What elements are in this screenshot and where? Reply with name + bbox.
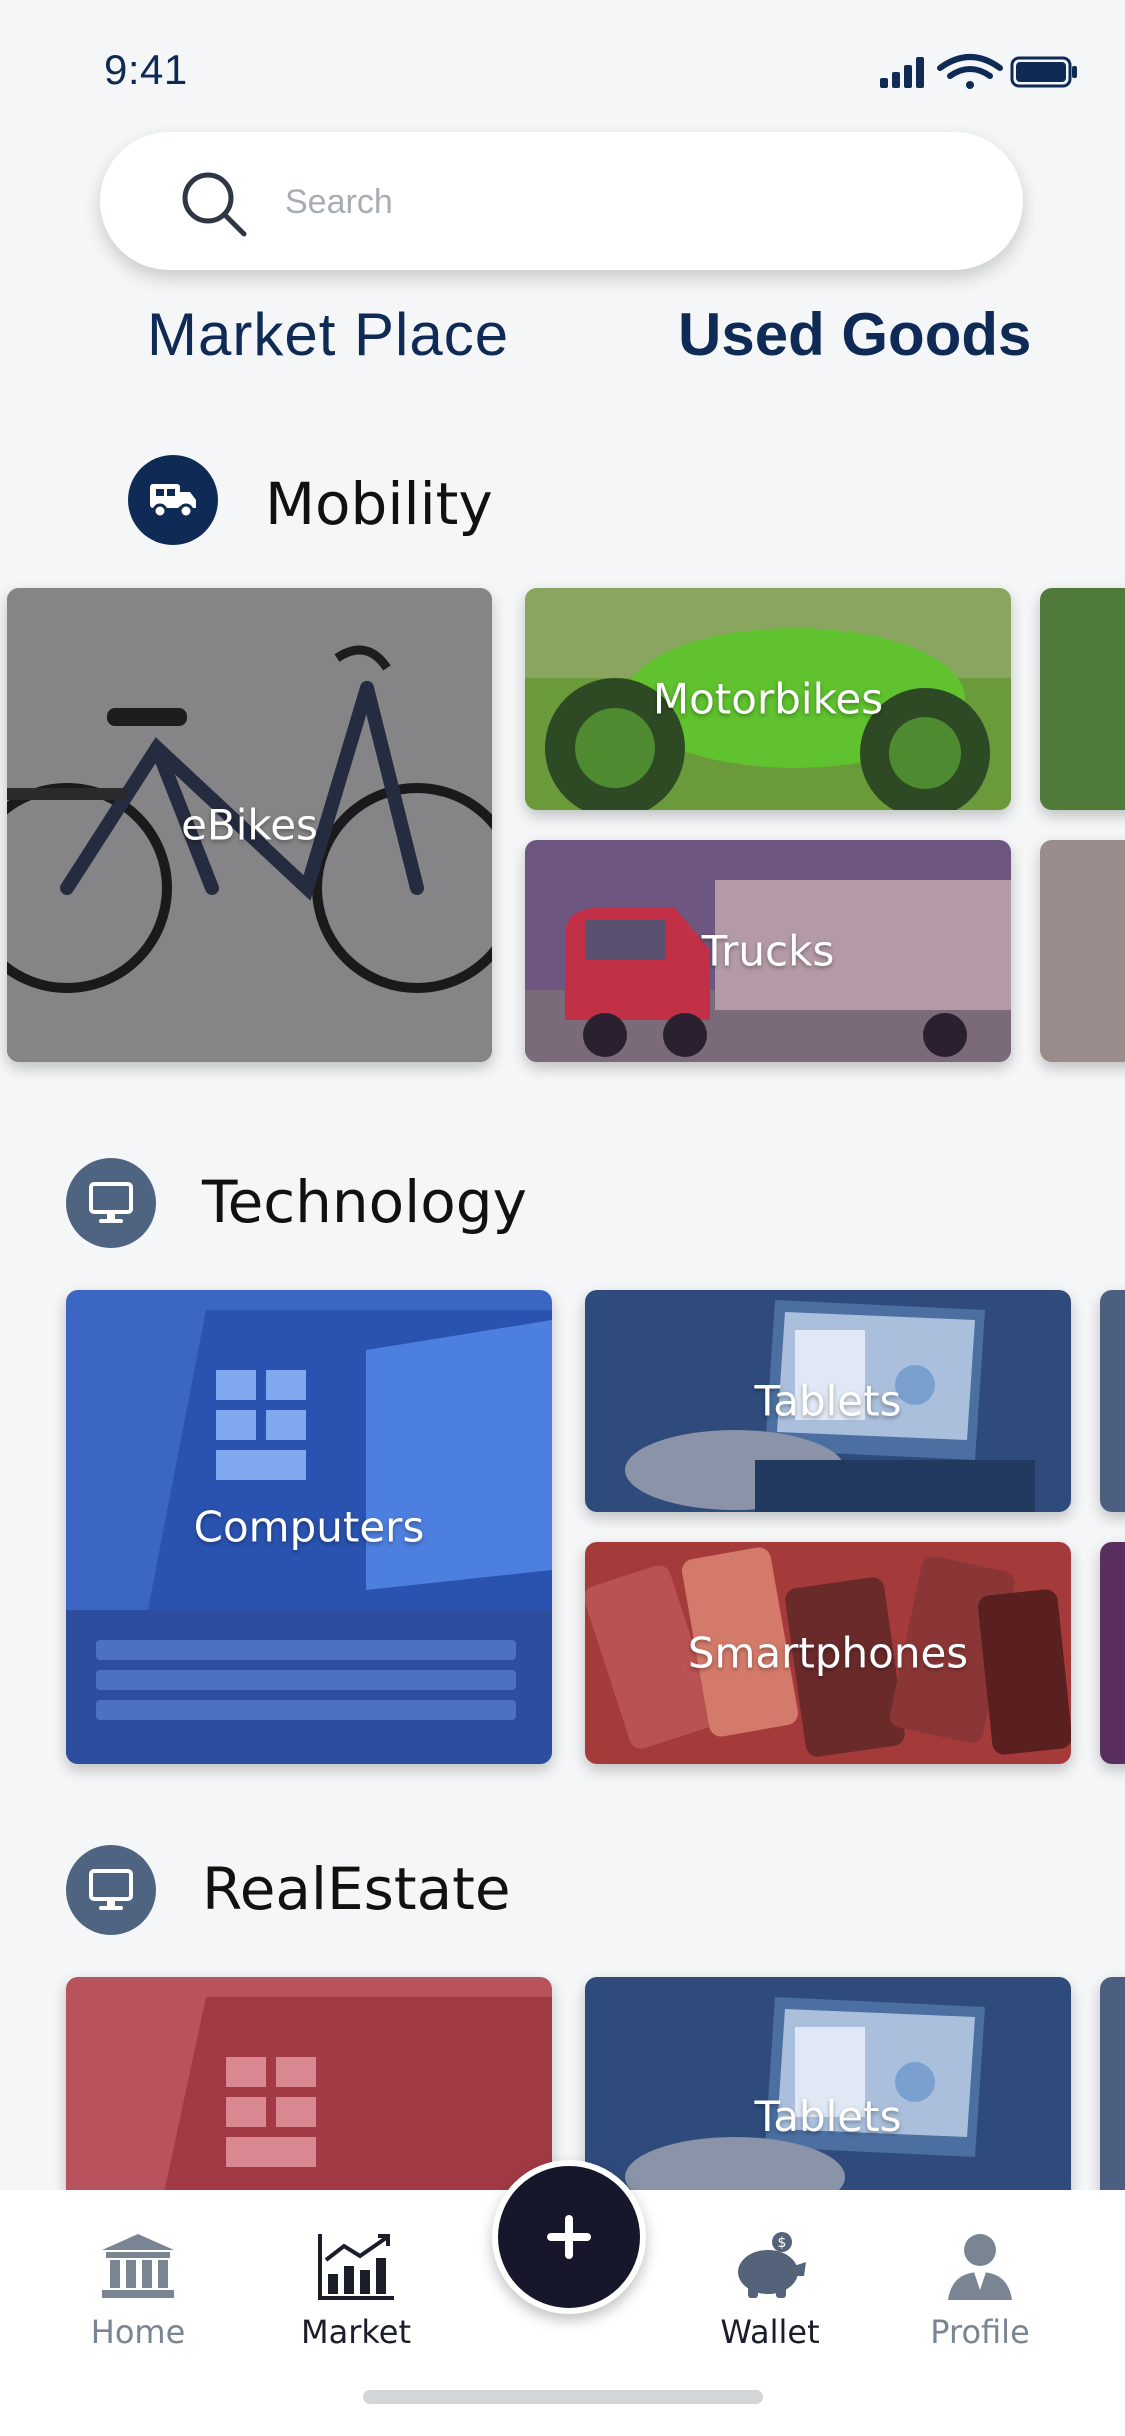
card-label-ebikes: eBikes	[181, 800, 318, 850]
realestate-section-icon	[66, 1845, 156, 1935]
search-icon	[182, 172, 247, 237]
signal-icon	[880, 57, 924, 88]
monitor-icon	[89, 1869, 133, 1910]
truck-icon	[150, 484, 196, 519]
section-title-technology: Technology	[202, 1168, 527, 1236]
nav-wallet-label: Wallet	[720, 2313, 820, 2351]
section-title-mobility: Mobility	[265, 470, 493, 538]
nav-wallet[interactable]: $ Wallet	[680, 2230, 860, 2351]
status-icons	[880, 52, 1080, 92]
nav-market-label: Market	[301, 2313, 411, 2351]
card-peek-mobility-1[interactable]	[1040, 588, 1125, 810]
technology-section-icon	[66, 1158, 156, 1248]
tab-used-goods[interactable]: Used Goods	[678, 300, 1031, 369]
nav-profile-label: Profile	[930, 2313, 1030, 2351]
tab-market-place[interactable]: Market Place	[147, 300, 509, 369]
piggy-bank-icon: $	[738, 2232, 806, 2298]
card-label-motorbikes: Motorbikes	[652, 674, 884, 724]
card-smartphones[interactable]: Smartphones	[585, 1542, 1071, 1764]
card-computers[interactable]: Computers	[66, 1290, 552, 1764]
card-trucks[interactable]: Trucks	[525, 840, 1011, 1062]
card-peek-technology-1[interactable]	[1100, 1290, 1125, 1512]
card-label-trucks: Trucks	[701, 926, 835, 976]
monitor-icon	[89, 1182, 133, 1223]
bank-icon	[102, 2234, 174, 2298]
card-label-computers: Computers	[193, 1502, 425, 1552]
search-bar[interactable]	[100, 132, 1023, 270]
card-label-realestate-tablets: Tablets	[754, 2092, 902, 2141]
chart-icon	[318, 2234, 394, 2300]
nav-home-label: Home	[90, 2313, 186, 2351]
section-title-realestate: RealEstate	[202, 1855, 511, 1923]
card-peek-technology-2[interactable]	[1100, 1542, 1125, 1764]
nav-home[interactable]: Home	[48, 2230, 228, 2351]
home-indicator	[363, 2390, 763, 2404]
add-button[interactable]	[492, 2160, 646, 2314]
card-label-smartphones: Smartphones	[687, 1628, 969, 1678]
status-time: 9:41	[104, 46, 188, 93]
battery-icon	[1010, 56, 1077, 88]
card-label-tablets: Tablets	[754, 1376, 902, 1426]
search-input[interactable]	[283, 170, 937, 234]
nav-market[interactable]: Market	[266, 2230, 446, 2351]
svg-text:$: $	[778, 2235, 787, 2251]
card-ebikes[interactable]: eBikes	[7, 588, 492, 1062]
wifi-icon	[937, 54, 1003, 89]
mobility-section-icon	[128, 455, 218, 545]
card-peek-mobility-2[interactable]	[1040, 840, 1125, 1062]
plus-icon	[547, 2215, 591, 2259]
nav-profile[interactable]: Profile	[890, 2230, 1070, 2351]
card-tablets[interactable]: Tablets	[585, 1290, 1071, 1512]
person-icon	[948, 2234, 1012, 2300]
card-motorbikes[interactable]: Motorbikes	[525, 588, 1011, 810]
